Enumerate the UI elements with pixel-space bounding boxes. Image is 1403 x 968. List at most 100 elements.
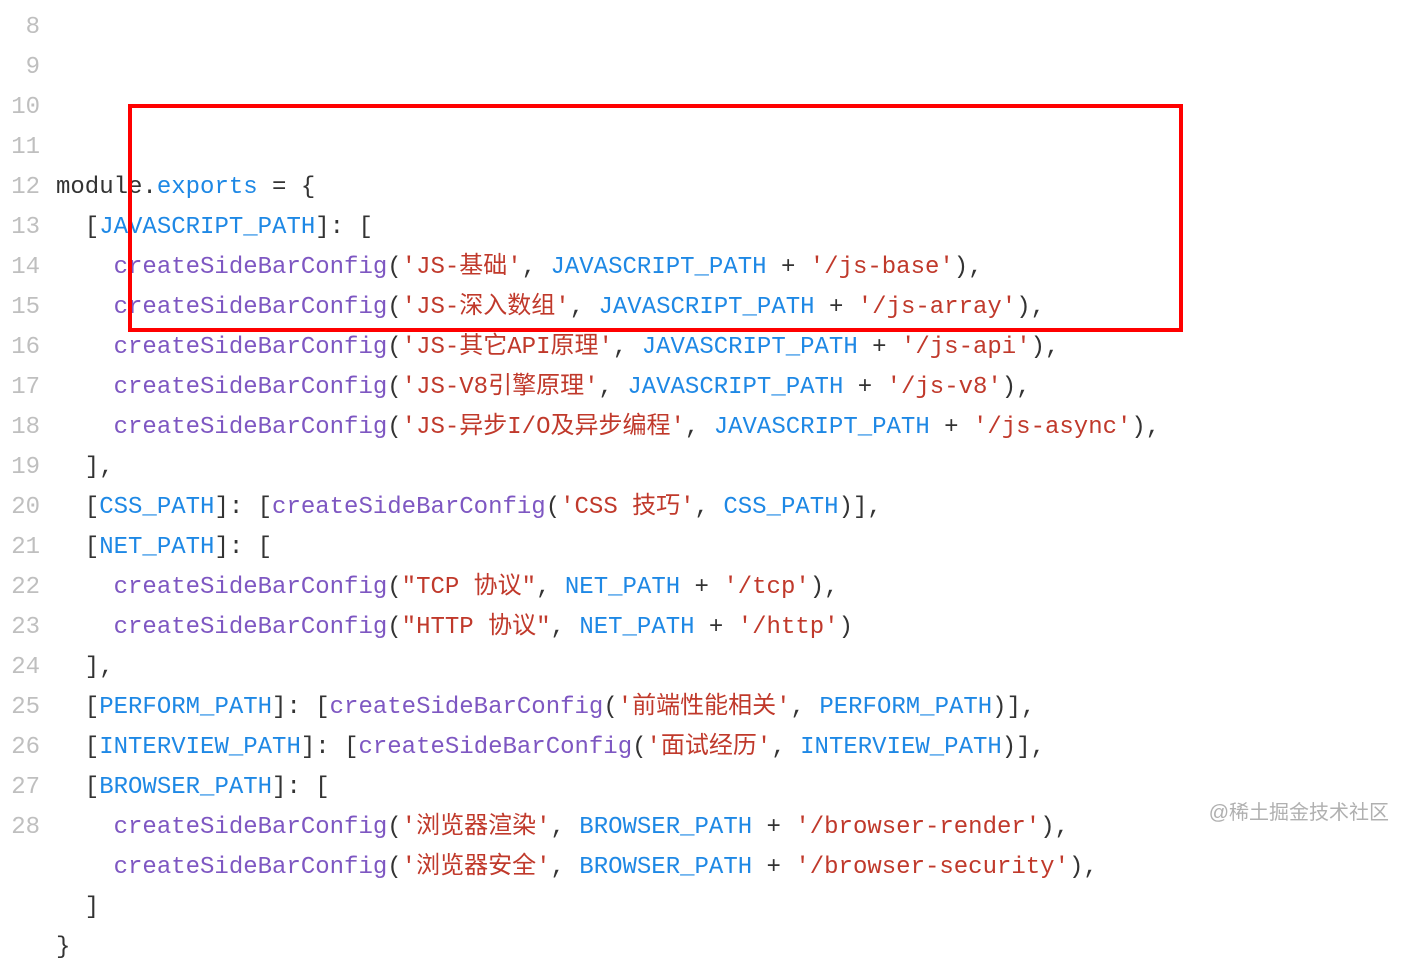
code-token (56, 334, 114, 361)
code-line[interactable]: createSideBarConfig('浏览器渲染', BROWSER_PAT… (48, 808, 1403, 848)
code-token: INTERVIEW_PATH (99, 734, 301, 761)
code-line[interactable]: createSideBarConfig('JS-基础', JAVASCRIPT_… (48, 248, 1403, 288)
code-token: , (599, 374, 628, 401)
code-token: = { (258, 174, 316, 201)
line-number: 14 (0, 248, 40, 288)
code-token: 'JS-V8引擎原理' (402, 374, 599, 401)
code-token: ]: [ (272, 774, 330, 801)
code-token: 'JS-基础' (402, 254, 522, 281)
code-line[interactable]: createSideBarConfig('JS-V8引擎原理', JAVASCR… (48, 368, 1403, 408)
code-area[interactable]: module.exports = { [JAVASCRIPT_PATH]: [ … (48, 8, 1403, 968)
code-token: '/js-v8' (887, 374, 1002, 401)
code-token: createSideBarConfig (114, 814, 388, 841)
code-token: , (791, 694, 820, 721)
line-number: 13 (0, 208, 40, 248)
code-line[interactable]: createSideBarConfig("TCP 协议", NET_PATH +… (48, 568, 1403, 608)
line-number: 16 (0, 328, 40, 368)
line-gutter: 8910111213141516171819202122232425262728 (0, 8, 48, 968)
code-token: '前端性能相关' (618, 694, 791, 721)
code-token: ) (839, 614, 853, 641)
code-line[interactable]: createSideBarConfig('浏览器安全', BROWSER_PAT… (48, 848, 1403, 888)
code-token: ), (1040, 814, 1069, 841)
code-token: JAVASCRIPT_PATH (627, 374, 843, 401)
line-number: 20 (0, 488, 40, 528)
code-token: '浏览器渲染' (402, 814, 551, 841)
code-token: JAVASCRIPT_PATH (599, 294, 815, 321)
code-token: NET_PATH (579, 614, 694, 641)
code-token: '/browser-render' (795, 814, 1040, 841)
code-line[interactable]: [INTERVIEW_PATH]: [createSideBarConfig('… (48, 728, 1403, 768)
code-line[interactable] (48, 128, 1403, 168)
code-line[interactable]: createSideBarConfig('JS-异步I/O及异步编程', JAV… (48, 408, 1403, 448)
code-token: ), (1031, 334, 1060, 361)
code-token: ( (387, 334, 401, 361)
code-token (56, 614, 114, 641)
code-token: ), (1016, 294, 1045, 321)
code-line[interactable]: ], (48, 648, 1403, 688)
code-token: + (858, 334, 901, 361)
code-token: 'JS-其它API原理' (402, 334, 613, 361)
code-token: ), (1131, 414, 1160, 441)
code-line[interactable]: ], (48, 448, 1403, 488)
code-token: 'JS-深入数组' (402, 294, 570, 321)
code-token: ), (954, 254, 983, 281)
code-token: PERFORM_PATH (819, 694, 992, 721)
code-token: + (843, 374, 886, 401)
code-token: '/http' (738, 614, 839, 641)
code-token: [ (56, 494, 99, 521)
code-line[interactable]: } (48, 928, 1403, 968)
code-token: , (550, 814, 579, 841)
code-token: createSideBarConfig (114, 574, 388, 601)
code-line[interactable]: [JAVASCRIPT_PATH]: [ (48, 208, 1403, 248)
code-token: module (56, 174, 142, 201)
code-token: CSS_PATH (723, 494, 838, 521)
line-number: 9 (0, 48, 40, 88)
code-line[interactable]: [BROWSER_PATH]: [ (48, 768, 1403, 808)
line-number: 26 (0, 728, 40, 768)
code-token: ], (56, 654, 114, 681)
code-line[interactable]: [CSS_PATH]: [createSideBarConfig('CSS 技巧… (48, 488, 1403, 528)
line-number: 18 (0, 408, 40, 448)
code-line[interactable]: createSideBarConfig('JS-深入数组', JAVASCRIP… (48, 288, 1403, 328)
code-token: [ (56, 774, 99, 801)
code-token: ( (387, 614, 401, 641)
code-token (56, 574, 114, 601)
code-editor[interactable]: 8910111213141516171819202122232425262728… (0, 0, 1403, 968)
code-token: , (771, 734, 800, 761)
line-number: 19 (0, 448, 40, 488)
code-token (56, 254, 114, 281)
code-token: BROWSER_PATH (579, 814, 752, 841)
code-token: , (695, 494, 724, 521)
code-line[interactable]: createSideBarConfig("HTTP 协议", NET_PATH … (48, 608, 1403, 648)
code-token: createSideBarConfig (114, 294, 388, 321)
code-token: ]: [ (272, 694, 330, 721)
code-line[interactable]: ] (48, 888, 1403, 928)
code-token: + (767, 254, 810, 281)
code-line[interactable]: createSideBarConfig('JS-其它API原理', JAVASC… (48, 328, 1403, 368)
code-token: ]: [ (315, 214, 373, 241)
code-token: + (680, 574, 723, 601)
line-number: 23 (0, 608, 40, 648)
line-number: 12 (0, 168, 40, 208)
code-token: , (536, 574, 565, 601)
line-number: 17 (0, 368, 40, 408)
code-token: , (551, 614, 580, 641)
code-line[interactable]: [NET_PATH]: [ (48, 528, 1403, 568)
code-token: BROWSER_PATH (99, 774, 272, 801)
code-token: "HTTP 协议" (402, 614, 551, 641)
line-number: 8 (0, 8, 40, 48)
line-number: 21 (0, 528, 40, 568)
code-token: ]: [ (214, 494, 272, 521)
code-line[interactable]: [PERFORM_PATH]: [createSideBarConfig('前端… (48, 688, 1403, 728)
code-token: '/browser-security' (795, 854, 1069, 881)
code-token: exports (157, 174, 258, 201)
code-token: , (570, 294, 599, 321)
line-number: 11 (0, 128, 40, 168)
code-token: '/js-api' (901, 334, 1031, 361)
code-token: ( (387, 254, 401, 281)
code-line[interactable]: module.exports = { (48, 168, 1403, 208)
code-token: ( (387, 294, 401, 321)
line-number: 15 (0, 288, 40, 328)
code-token: ), (1002, 374, 1031, 401)
code-token: ]: [ (301, 734, 359, 761)
